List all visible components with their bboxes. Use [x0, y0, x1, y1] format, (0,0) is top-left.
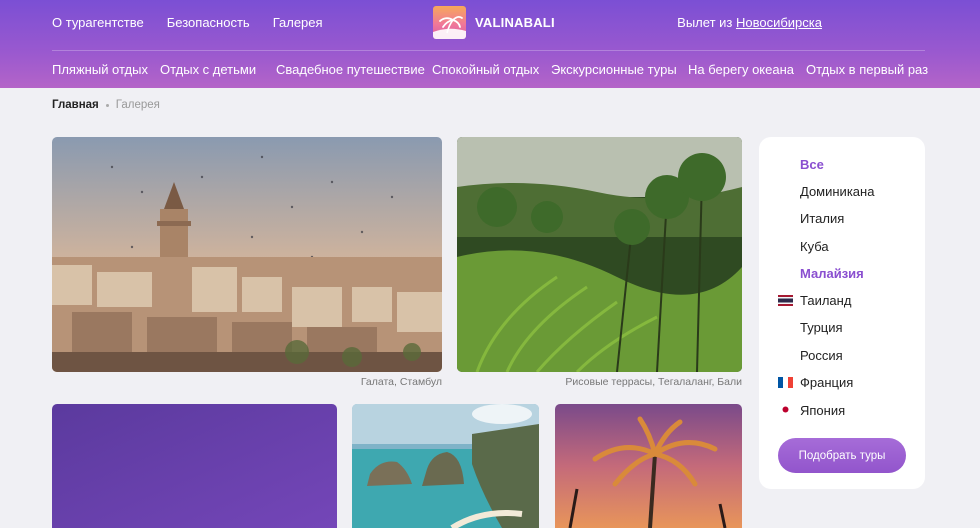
- country-cuba[interactable]: Куба: [800, 239, 829, 254]
- top-nav: О турагентстве Безопасность Галерея: [52, 15, 323, 30]
- category-beach[interactable]: Пляжный отдых: [52, 62, 160, 77]
- find-tours-button[interactable]: Подобрать туры: [778, 438, 906, 473]
- nav-about[interactable]: О турагентстве: [52, 15, 144, 30]
- nav-gallery[interactable]: Галерея: [273, 15, 323, 30]
- country-thailand[interactable]: Таиланд: [800, 293, 851, 308]
- category-nav: Пляжный отдых Отдых с детьми Свадебное п…: [52, 62, 928, 77]
- brand-name: VALINABALI: [475, 15, 555, 30]
- departure-selector: Вылет из Новосибирска: [677, 15, 822, 30]
- photo-purple-sky[interactable]: [52, 404, 337, 528]
- country-italy[interactable]: Италия: [800, 211, 844, 226]
- country-turkey[interactable]: Турция: [800, 320, 843, 335]
- photo-galata-istanbul[interactable]: [52, 137, 442, 372]
- departure-city-link[interactable]: Новосибирска: [736, 15, 822, 30]
- category-wedding[interactable]: Свадебное путешествие: [276, 62, 432, 77]
- photo-coastline[interactable]: [352, 404, 539, 528]
- category-calm[interactable]: Спокойный отдых: [432, 62, 551, 77]
- country-france[interactable]: Франция: [800, 375, 853, 390]
- palm-logo-icon: [433, 6, 466, 39]
- site-header: О турагентстве Безопасность Галерея VALI…: [0, 0, 980, 88]
- category-excursion[interactable]: Экскурсионные туры: [551, 62, 688, 77]
- photo-sunset-palms[interactable]: [555, 404, 742, 528]
- category-ocean[interactable]: На берегу океана: [688, 62, 806, 77]
- thailand-flag-icon: [778, 295, 793, 306]
- category-first-time[interactable]: Отдых в первый раз: [806, 62, 928, 77]
- country-dominicana[interactable]: Доминикана: [800, 184, 874, 199]
- category-kids[interactable]: Отдых с детьми: [160, 62, 276, 77]
- caption-rice-terraces: Рисовые террасы, Тегалаланг, Бали: [565, 376, 742, 388]
- breadcrumb-home[interactable]: Главная: [52, 99, 99, 111]
- breadcrumb-current: Галерея: [115, 99, 160, 111]
- japan-flag-icon: [778, 404, 793, 415]
- top-bar: О турагентстве Безопасность Галерея VALI…: [0, 0, 980, 48]
- country-filter-panel: Все Доминикана Италия Куба Малайзия Таил…: [759, 137, 925, 489]
- logo[interactable]: VALINABALI: [433, 6, 555, 39]
- breadcrumb: Главная Галерея: [52, 99, 160, 111]
- france-flag-icon: [778, 377, 793, 388]
- country-malaysia[interactable]: Малайзия: [800, 266, 864, 281]
- nav-safety[interactable]: Безопасность: [167, 15, 250, 30]
- breadcrumb-separator: [105, 103, 109, 107]
- country-russia[interactable]: Россия: [800, 348, 843, 363]
- caption-galata: Галата, Стамбул: [360, 376, 442, 388]
- country-all[interactable]: Все: [800, 157, 824, 172]
- country-japan[interactable]: Япония: [800, 403, 845, 418]
- photo-rice-terraces[interactable]: [457, 137, 742, 372]
- departure-label: Вылет из: [677, 15, 733, 30]
- header-divider: [52, 50, 925, 51]
